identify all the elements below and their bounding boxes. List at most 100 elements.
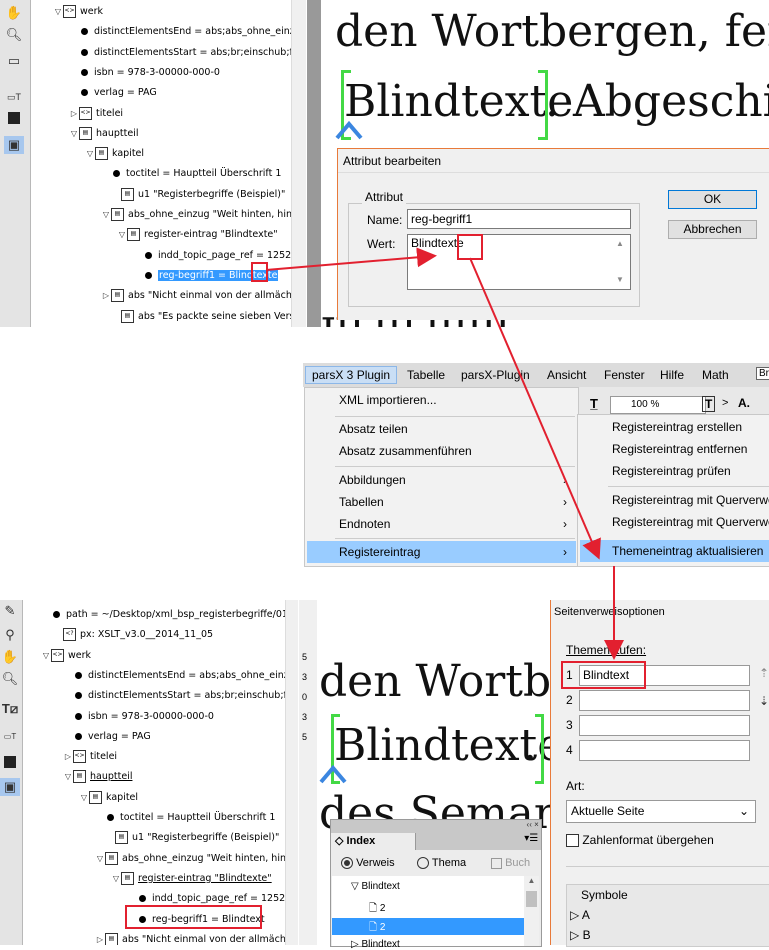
checkbox-buch[interactable]: Buch bbox=[491, 857, 530, 869]
expand-down-icon[interactable]: ▽ bbox=[117, 226, 127, 244]
value-field[interactable]: Blindtexte bbox=[407, 234, 631, 290]
attribute-row[interactable]: distinctElementsEnd = abs;abs_ohne_einzu… bbox=[69, 23, 291, 41]
frame-tool-icon[interactable]: ▭ bbox=[4, 52, 24, 70]
doc-tagged-word[interactable]: Blindtexte bbox=[334, 720, 550, 771]
submenu-entry-crossref-1[interactable]: Registereintrag mit Querverwei bbox=[612, 493, 769, 507]
zoom-tool-icon[interactable]: 🔍︎ bbox=[0, 670, 20, 688]
ok-button[interactable]: OK bbox=[668, 190, 757, 209]
menu-fenster[interactable]: Fenster bbox=[604, 368, 645, 382]
element-row[interactable]: ▽ <> werk bbox=[53, 3, 103, 21]
expand-right-icon[interactable]: ▷ bbox=[95, 931, 105, 945]
expand-down-icon[interactable]: ▽ bbox=[101, 206, 111, 224]
alignment-icon[interactable]: A. bbox=[738, 396, 750, 410]
topic-level-field[interactable] bbox=[579, 690, 750, 711]
number-format-checkbox[interactable]: Zahlenformat übergehen bbox=[566, 833, 714, 848]
structure-scrollbar-bottom[interactable] bbox=[285, 600, 298, 945]
play-icon[interactable]: > bbox=[722, 397, 728, 409]
processing-instruction-row[interactable]: <? px: XSLT_v3.0__2014_11_05 bbox=[53, 626, 213, 644]
value-field-scrollbar[interactable]: ▲ ▼ bbox=[613, 235, 627, 289]
pencil-tool-icon[interactable]: ✎ bbox=[0, 602, 20, 620]
cancel-button[interactable]: Abbrechen bbox=[668, 220, 757, 239]
element-row[interactable]: ▤ abs "Es packte seine sieben Versal bbox=[111, 308, 291, 326]
menu-item-endnotes[interactable]: Endnoten bbox=[339, 517, 390, 531]
attribute-row[interactable]: distinctElementsEnd = abs;abs_ohne_einzu… bbox=[63, 667, 285, 685]
submenu-check-entry[interactable]: Registereintrag prüfen bbox=[612, 464, 731, 478]
attribute-row[interactable]: distinctElementsStart = abs;br;einschub;… bbox=[63, 687, 285, 705]
menu-item-merge-paragraph[interactable]: Absatz zusammenführen bbox=[339, 444, 472, 458]
eyedropper-tool-icon[interactable]: ⚲ bbox=[0, 626, 20, 644]
menu-ansicht[interactable]: Ansicht bbox=[547, 368, 586, 382]
menu-parsx-plugin[interactable]: parsX-Plugin bbox=[461, 368, 530, 382]
view-mode-icon[interactable]: ▣ bbox=[0, 778, 20, 796]
radio-verweis[interactable]: Verweis bbox=[341, 857, 395, 870]
expand-down-icon[interactable]: ▽ bbox=[69, 125, 79, 143]
hand-tool-icon[interactable]: ✋ bbox=[0, 648, 20, 666]
menu-item-split-paragraph[interactable]: Absatz teilen bbox=[339, 422, 408, 436]
menu-item-tables[interactable]: Tabellen bbox=[339, 495, 384, 509]
expand-down-icon[interactable]: ▽ bbox=[53, 3, 63, 21]
toolbar-br-button[interactable]: Br bbox=[756, 367, 769, 380]
type-select[interactable]: Aktuelle Seite ⌄ bbox=[566, 800, 756, 823]
expand-down-icon[interactable]: ▽ bbox=[41, 647, 51, 665]
element-row[interactable]: ▽ ▤ kapitel bbox=[85, 145, 144, 163]
attribute-row[interactable]: verlag = PAG bbox=[69, 84, 157, 102]
preview-mode-icon[interactable]: ▭T bbox=[0, 728, 20, 746]
element-row[interactable]: ▽ ▤ abs_ohne_einzug "Weit hinten, hint bbox=[101, 206, 291, 224]
expand-right-icon[interactable]: ▷ bbox=[101, 287, 111, 305]
element-row[interactable]: ▷ ▤ abs "Nicht einmal von der allmächt bbox=[101, 287, 291, 305]
element-row[interactable]: ▽ ▤ hauptteil bbox=[63, 768, 132, 786]
element-row[interactable]: ▤ u1 "Registerbegriffe (Beispiel)" bbox=[111, 186, 285, 204]
zoom-tool-icon[interactable]: 🔍︎ bbox=[4, 26, 24, 44]
menu-tabelle[interactable]: Tabelle bbox=[407, 368, 445, 382]
attribute-row[interactable]: toctitel = Hauptteil Überschrift 1 bbox=[95, 809, 275, 827]
fill-swatch-icon[interactable] bbox=[0, 752, 20, 770]
expand-right-icon[interactable]: ▷ bbox=[69, 105, 79, 123]
menu-item-xml-import[interactable]: XML importieren... bbox=[339, 393, 437, 407]
element-row[interactable]: ▽ ▤ abs_ohne_einzug "Weit hinten, hint bbox=[95, 850, 285, 868]
attribute-row[interactable]: isbn = 978-3-00000-000-0 bbox=[63, 708, 214, 726]
fill-swatch-icon[interactable] bbox=[4, 108, 24, 126]
expand-right-icon[interactable]: ▷ bbox=[63, 748, 73, 766]
topic-level-field[interactable] bbox=[579, 715, 750, 736]
menu-math[interactable]: Math bbox=[702, 368, 729, 382]
expand-down-icon[interactable]: ▽ bbox=[95, 850, 105, 868]
text-tool-icon[interactable]: T bbox=[702, 396, 716, 412]
expand-down-icon[interactable]: ▽ bbox=[63, 768, 73, 786]
expand-down-icon[interactable]: ▽ bbox=[85, 145, 95, 163]
attribute-row[interactable]: verlag = PAG bbox=[63, 728, 151, 746]
hand-tool-icon[interactable]: ✋ bbox=[4, 4, 24, 22]
index-list-scrollbar[interactable]: ▲ bbox=[524, 876, 539, 946]
element-row[interactable]: ▽ ▤ register-eintrag "Blindtexte" bbox=[117, 226, 278, 244]
move-down-icon[interactable]: ⇣ bbox=[759, 694, 769, 708]
menu-parsx3-plugin[interactable]: parsX 3 Plugin bbox=[305, 366, 398, 384]
letter-row-b[interactable]: ▷ B bbox=[570, 928, 591, 942]
element-row[interactable]: ▷ ▤ abs "Nicht einmal von der allmächt bbox=[95, 931, 285, 945]
attribute-row[interactable]: distinctElementsStart = abs;br;einschub;… bbox=[69, 44, 291, 62]
text-frame-icon[interactable]: T̲ bbox=[590, 396, 598, 411]
move-up-icon[interactable]: ⇡ bbox=[759, 666, 769, 680]
attribute-row[interactable]: toctitel = Hauptteil Überschrift 1 bbox=[101, 165, 281, 183]
element-row[interactable]: ▽ <> werk bbox=[41, 647, 91, 665]
zoom-field[interactable]: 100 % bbox=[610, 396, 706, 414]
submenu-entry-crossref-2[interactable]: Registereintrag mit Querverwei bbox=[612, 515, 769, 529]
index-topic-row[interactable]: ▽ Blindtext bbox=[351, 881, 400, 892]
attribute-row[interactable]: isbn = 978-3-00000-000-0 bbox=[69, 64, 220, 82]
menu-hilfe[interactable]: Hilfe bbox=[660, 368, 684, 382]
element-row[interactable]: ▷ <> titelei bbox=[63, 748, 117, 766]
expand-down-icon[interactable]: ▽ bbox=[79, 789, 89, 807]
letter-row-a[interactable]: ▷ A bbox=[570, 908, 590, 922]
fill-stroke-icon[interactable]: T⧄ bbox=[0, 700, 20, 718]
expand-down-icon[interactable]: ▽ bbox=[111, 870, 121, 888]
topic-level-field[interactable] bbox=[579, 740, 750, 761]
element-row[interactable]: ▷ <> titelei bbox=[69, 105, 123, 123]
element-row[interactable]: ▽ ▤ register-eintrag "Blindtexte" bbox=[111, 870, 272, 888]
element-row[interactable]: ▽ ▤ kapitel bbox=[79, 789, 138, 807]
attribute-row[interactable]: path = ~/Desktop/xml_bsp_registerbegriff… bbox=[41, 606, 285, 624]
radio-thema[interactable]: Thema bbox=[417, 857, 466, 870]
element-row[interactable]: ▽ ▤ hauptteil bbox=[69, 125, 138, 143]
submenu-remove-entry[interactable]: Registereintrag entfernen bbox=[612, 442, 747, 456]
view-mode-icon[interactable]: ▣ bbox=[4, 136, 24, 154]
submenu-create-entry[interactable]: Registereintrag erstellen bbox=[612, 420, 742, 434]
preview-mode-icon[interactable]: ▭T bbox=[4, 88, 24, 106]
menu-item-figures[interactable]: Abbildungen bbox=[339, 473, 406, 487]
